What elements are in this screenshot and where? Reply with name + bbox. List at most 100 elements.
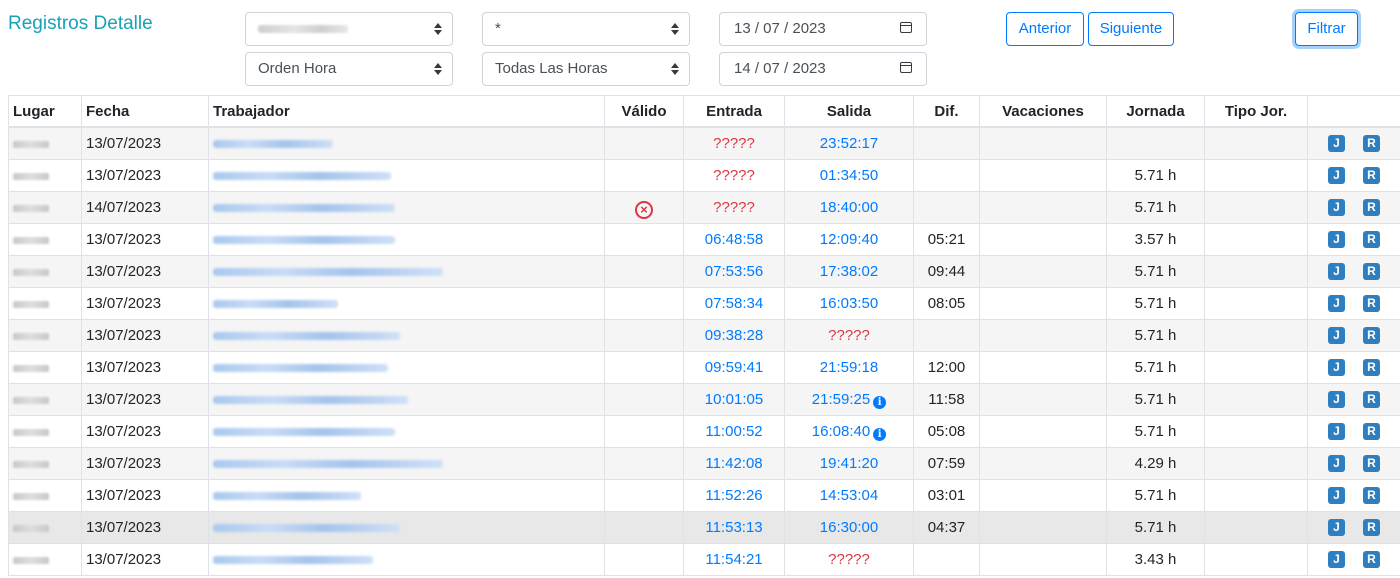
trabajador-redacted[interactable] — [213, 460, 443, 468]
star-select[interactable]: * — [482, 12, 690, 46]
salida-value[interactable]: 23:52:17 — [820, 135, 878, 152]
jornada-button[interactable]: J — [1328, 487, 1345, 505]
jornada-button[interactable]: J — [1328, 519, 1345, 537]
info-icon[interactable]: i — [873, 395, 887, 409]
entrada-value[interactable]: 11:52:26 — [705, 487, 762, 504]
table-row[interactable]: 13/07/2023????? 01:34:50 5.71 h JR — [8, 159, 1400, 192]
registro-button[interactable]: R — [1363, 263, 1380, 281]
entrada-value[interactable]: 06:48:58 — [705, 231, 763, 248]
salida-value[interactable]: 18:40:00 — [820, 199, 878, 216]
trabajador-redacted[interactable] — [213, 492, 361, 500]
jornada-button[interactable]: J — [1328, 423, 1345, 441]
table-row[interactable]: 13/07/2023 07:58:34 16:03:50 08:05 5.71 h JR — [8, 287, 1400, 320]
table-row[interactable]: 13/07/2023 09:38:28????? 5.71 h JR — [8, 319, 1400, 352]
trabajador-redacted[interactable] — [213, 204, 395, 212]
col-entrada[interactable]: Entrada — [683, 95, 785, 128]
entrada-value[interactable]: 11:54:21 — [705, 551, 762, 568]
entrada-value[interactable]: 07:58:34 — [705, 295, 763, 312]
jornada-button[interactable]: J — [1328, 231, 1345, 249]
registro-button[interactable]: R — [1363, 359, 1380, 377]
trabajador-redacted[interactable] — [213, 524, 400, 532]
col-salida[interactable]: Salida — [784, 95, 914, 128]
trabajador-redacted[interactable] — [213, 300, 338, 308]
trabajador-redacted[interactable] — [213, 140, 333, 148]
info-icon[interactable]: i — [873, 427, 887, 441]
entrada-value[interactable]: 07:53:56 — [705, 263, 763, 280]
salida-value[interactable]: 17:38:02 — [820, 263, 878, 280]
entrada-value[interactable]: 09:38:28 — [705, 327, 763, 344]
hours-select[interactable]: Todas Las Horas — [482, 52, 690, 86]
prev-button[interactable]: Anterior — [1006, 12, 1084, 46]
entrada-value[interactable]: 11:53:13 — [705, 519, 762, 536]
table-row[interactable]: 13/07/2023 11:53:13 16:30:00 04:37 5.71 h JR — [8, 511, 1400, 544]
salida-value[interactable]: 16:03:50 — [820, 295, 878, 312]
trabajador-redacted[interactable] — [213, 172, 391, 180]
salida-value[interactable]: 12:09:40 — [820, 231, 878, 248]
registro-button[interactable]: R — [1363, 455, 1380, 473]
salida-value[interactable]: 16:30:00 — [820, 519, 878, 536]
jornada-button[interactable]: J — [1328, 551, 1345, 569]
registro-button[interactable]: R — [1363, 551, 1380, 569]
col-lugar[interactable]: Lugar — [8, 95, 82, 128]
registro-button[interactable]: R — [1363, 327, 1380, 345]
calendar-icon[interactable] — [900, 62, 912, 73]
jornada-button[interactable]: J — [1328, 455, 1345, 473]
jornada-button[interactable]: J — [1328, 263, 1345, 281]
trabajador-redacted[interactable] — [213, 236, 395, 244]
jornada-button[interactable]: J — [1328, 135, 1345, 153]
table-row[interactable]: 14/07/2023 ×????? 18:40:00 5.71 h JR — [8, 191, 1400, 224]
jornada-button[interactable]: J — [1328, 295, 1345, 313]
salida-value[interactable]: 19:41:20 — [820, 455, 878, 472]
salida-value[interactable]: 14:53:04 — [820, 487, 878, 504]
col-fecha[interactable]: Fecha — [81, 95, 209, 128]
trabajador-redacted[interactable] — [213, 428, 395, 436]
table-row[interactable]: 13/07/2023 09:59:41 21:59:18 12:00 5.71 h JR — [8, 351, 1400, 384]
table-row[interactable]: 13/07/2023 11:52:26 14:53:04 03:01 5.71 h JR — [8, 479, 1400, 512]
worker-select[interactable] — [245, 12, 453, 46]
entrada-value[interactable]: 09:59:41 — [705, 359, 763, 376]
date-to-input[interactable]: 14 / 07 / 2023 — [719, 52, 927, 86]
table-row[interactable]: 13/07/2023 11:42:08 19:41:20 07:59 4.29 h JR — [8, 447, 1400, 480]
registro-button[interactable]: R — [1363, 135, 1380, 153]
registro-button[interactable]: R — [1363, 519, 1380, 537]
jornada-button[interactable]: J — [1328, 391, 1345, 409]
entrada-value[interactable]: 11:42:08 — [705, 455, 762, 472]
trabajador-redacted[interactable] — [213, 268, 443, 276]
entrada-value[interactable]: 11:00:52 — [705, 423, 762, 440]
jornada-button[interactable]: J — [1328, 167, 1345, 185]
trabajador-redacted[interactable] — [213, 364, 388, 372]
jornada-button[interactable]: J — [1328, 199, 1345, 217]
registro-button[interactable]: R — [1363, 391, 1380, 409]
registro-button[interactable]: R — [1363, 423, 1380, 441]
col-valido[interactable]: Válido — [604, 95, 684, 128]
table-row[interactable]: 13/07/2023 11:54:21????? 3.43 h JR — [8, 543, 1400, 576]
col-jornada[interactable]: Jornada — [1106, 95, 1205, 128]
table-row[interactable]: 13/07/2023 06:48:58 12:09:40 05:21 3.57 h JR — [8, 223, 1400, 256]
registro-button[interactable]: R — [1363, 487, 1380, 505]
date-from-input[interactable]: 13 / 07 / 2023 — [719, 12, 927, 46]
jornada-button[interactable]: J — [1328, 359, 1345, 377]
jornada-button[interactable]: J — [1328, 327, 1345, 345]
table-row[interactable]: 13/07/2023????? 23:52:17 J R — [8, 126, 1400, 160]
table-row[interactable]: 13/07/2023 10:01:05 21:59:25 i 11:58 5.71 hJR — [8, 383, 1400, 416]
salida-value[interactable]: 16:08:40 — [812, 423, 870, 440]
registro-button[interactable]: R — [1363, 167, 1380, 185]
trabajador-redacted[interactable] — [213, 556, 373, 564]
filter-button[interactable]: Filtrar — [1295, 12, 1358, 46]
order-select[interactable]: Orden Hora — [245, 52, 453, 86]
col-dif[interactable]: Dif. — [913, 95, 980, 128]
registro-button[interactable]: R — [1363, 231, 1380, 249]
registro-button[interactable]: R — [1363, 199, 1380, 217]
col-vacaciones[interactable]: Vacaciones — [979, 95, 1107, 128]
next-button[interactable]: Siguiente — [1088, 12, 1174, 46]
col-tipo-jornada[interactable]: Tipo Jor. — [1204, 95, 1308, 128]
salida-value[interactable]: 21:59:18 — [820, 359, 878, 376]
table-row[interactable]: 13/07/2023 07:53:56 17:38:02 09:44 5.71 h JR — [8, 255, 1400, 288]
trabajador-redacted[interactable] — [213, 396, 408, 404]
registro-button[interactable]: R — [1363, 295, 1380, 313]
trabajador-redacted[interactable] — [213, 332, 400, 340]
calendar-icon[interactable] — [900, 22, 912, 33]
col-trabajador[interactable]: Trabajador — [208, 95, 605, 128]
salida-value[interactable]: 01:34:50 — [820, 167, 878, 184]
salida-value[interactable]: 21:59:25 — [812, 391, 870, 408]
